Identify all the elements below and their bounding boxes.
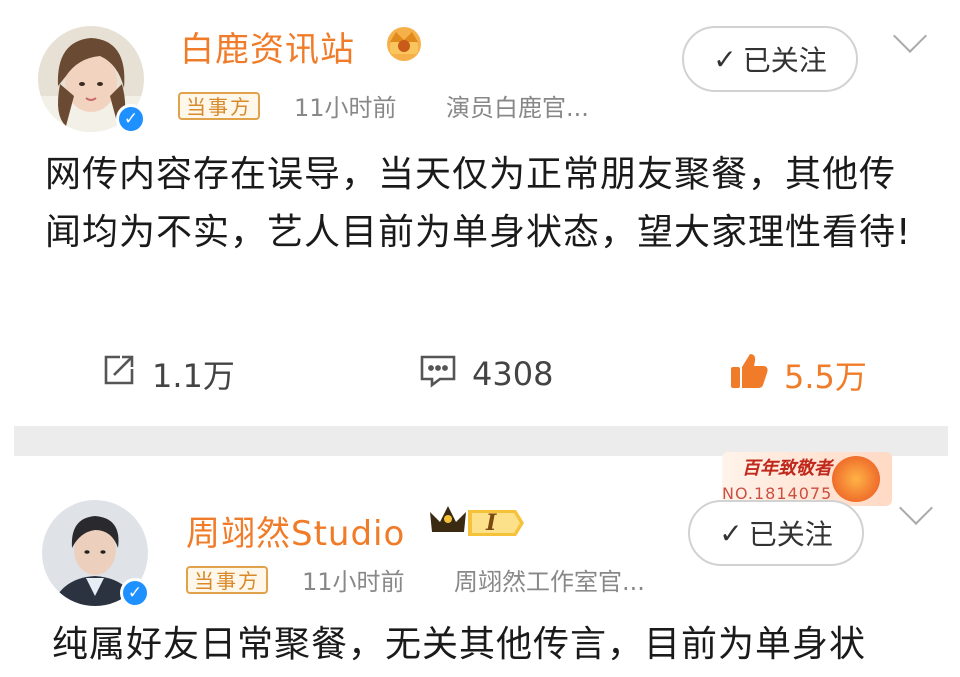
post-content: 网传内容存在误导，当天仅为正常朋友聚餐，其他传闻均为不实，艺人目前为单身状态，望… [45,154,912,253]
party-tag: 当事方 [186,566,268,594]
action-bar: 1.1万 4308 5.5万 [0,345,960,415]
verified-badge-icon: ✓ [120,578,150,608]
post-card-2: ✓ 周翊然Studio I 百年致敬者 NO.1814075 当事方 11小时前… [0,452,960,677]
repost-button[interactable]: 1.1万 [100,351,235,397]
like-count: 5.5万 [784,358,867,396]
crown-badge-icon [382,24,426,68]
member-crown-icon [428,502,526,548]
promo-text: 百年致敬者 [742,458,832,479]
follow-label: 已关注 [748,518,833,551]
comment-button[interactable]: 4308 [418,351,553,397]
checkmark-icon: ✓ [713,42,737,76]
verified-badge-icon: ✓ [116,104,146,134]
sun-icon [832,456,880,502]
checkmark-icon: ✓ [719,516,743,550]
author-name[interactable]: 白鹿资讯站 [180,22,355,71]
repost-icon [100,351,138,397]
chevron-down-icon[interactable] [893,19,927,53]
follow-label: 已关注 [742,44,827,77]
promo-banner[interactable]: 百年致敬者 NO.1814075 [722,452,892,506]
follow-button[interactable]: ✓ 已关注 [688,500,864,566]
member-level: I [486,510,497,536]
comment-icon [418,351,458,397]
thumbs-up-icon [728,351,770,399]
comment-count: 4308 [472,355,554,393]
repost-count: 1.1万 [152,357,235,395]
chevron-down-icon[interactable] [899,491,933,525]
post-content: 纯属好友日常聚餐，无关其他传言，目前为单身状 [52,624,867,665]
author-name[interactable]: 周翊然Studio [186,506,405,555]
post-card-1: ✓ 白鹿资讯站 当事方 11小时前 演员白鹿官... ✓ 已关注 网传内容存在误… [0,0,960,435]
avatar[interactable]: ✓ [38,26,146,134]
like-button[interactable]: 5.5万 [728,351,867,399]
party-tag: 当事方 [178,92,260,120]
avatar[interactable]: ✓ [42,500,150,608]
follow-button[interactable]: ✓ 已关注 [682,26,858,92]
post-source[interactable]: 演员白鹿官... [446,88,589,123]
post-time: 11小时前 [302,568,405,596]
post-time: 11小时前 [294,94,397,122]
post-source[interactable]: 周翊然工作室官... [454,562,645,597]
